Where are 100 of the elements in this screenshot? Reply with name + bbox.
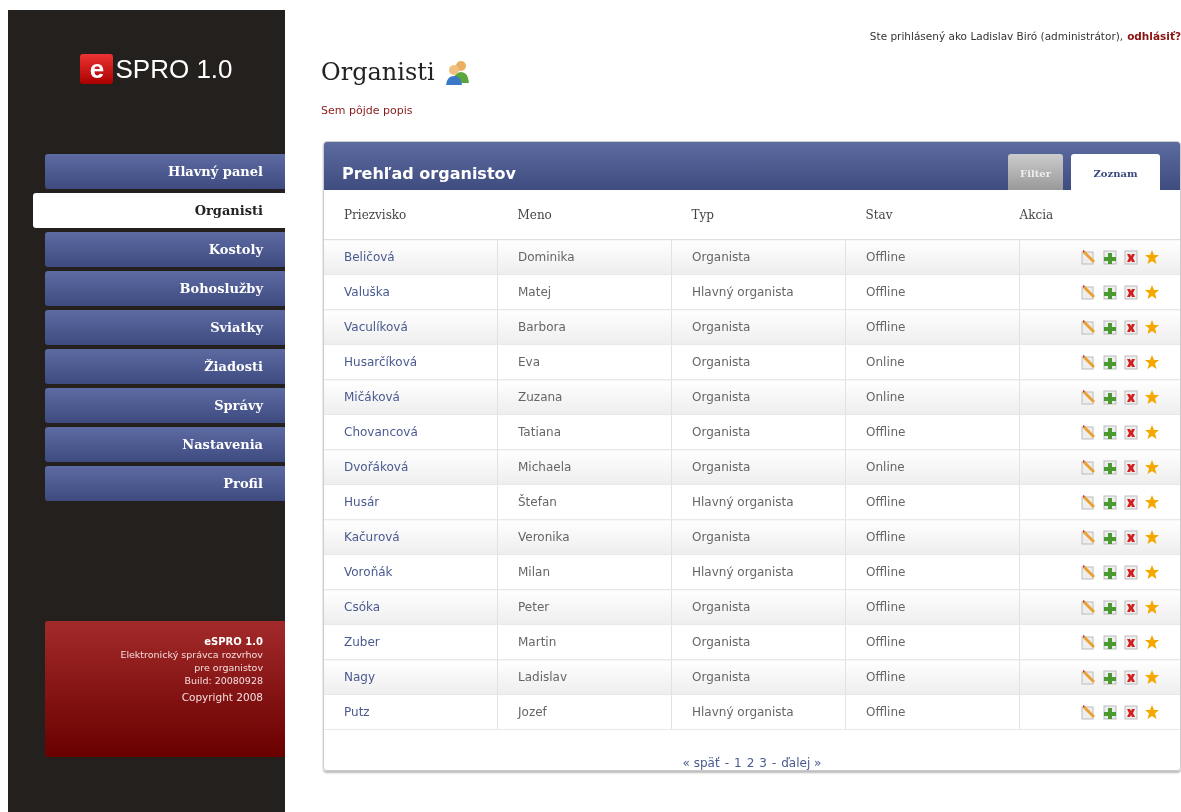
- pagination-link[interactable]: 2: [746, 756, 755, 770]
- surname-link[interactable]: Nagy: [344, 670, 376, 684]
- edit-icon[interactable]: [1081, 459, 1097, 475]
- surname-link[interactable]: Husarčíková: [344, 355, 418, 369]
- star-icon[interactable]: [1144, 459, 1160, 475]
- delete-icon[interactable]: [1123, 669, 1139, 685]
- edit-icon[interactable]: [1081, 599, 1097, 615]
- table-cell: Matej: [518, 285, 552, 299]
- logout-link[interactable]: odhlásiť?: [1127, 30, 1181, 42]
- menu-item[interactable]: Správy: [45, 388, 285, 423]
- edit-icon[interactable]: [1081, 249, 1097, 265]
- surname-link[interactable]: Csóka: [344, 600, 381, 614]
- surname-link[interactable]: Dvořáková: [344, 460, 409, 474]
- pagination-link[interactable]: 3: [759, 756, 767, 770]
- delete-icon[interactable]: [1123, 284, 1139, 300]
- add-icon[interactable]: [1102, 459, 1118, 475]
- surname-link[interactable]: Kačurová: [344, 530, 400, 544]
- add-icon[interactable]: [1102, 494, 1118, 510]
- menu-item[interactable]: Nastavenia: [45, 427, 285, 462]
- menu-item[interactable]: Profil: [45, 466, 285, 501]
- add-icon[interactable]: [1102, 249, 1118, 265]
- table-cell: Dominika: [518, 250, 575, 264]
- add-icon[interactable]: [1102, 354, 1118, 370]
- table-cell: Organista: [692, 425, 751, 439]
- delete-icon[interactable]: [1123, 249, 1139, 265]
- star-icon[interactable]: [1144, 389, 1160, 405]
- surname-link[interactable]: Putz: [344, 705, 370, 719]
- delete-icon[interactable]: [1123, 704, 1139, 720]
- info-text: pre organistov: [194, 661, 263, 674]
- tab[interactable]: Zoznam: [1071, 154, 1160, 190]
- edit-icon[interactable]: [1081, 354, 1097, 370]
- delete-icon[interactable]: [1123, 354, 1139, 370]
- delete-icon[interactable]: [1123, 634, 1139, 650]
- surname-link[interactable]: Valuška: [344, 285, 390, 299]
- add-icon[interactable]: [1102, 319, 1118, 335]
- table-cell: Hlavný organista: [692, 285, 794, 299]
- table-cell: Peter: [518, 600, 550, 614]
- delete-icon[interactable]: [1123, 529, 1139, 545]
- menu-item[interactable]: Organisti: [33, 193, 285, 228]
- star-icon[interactable]: [1144, 564, 1160, 580]
- menu-item[interactable]: Kostoly: [45, 232, 285, 267]
- surname-link[interactable]: Voroňák: [344, 565, 393, 579]
- surname-link[interactable]: Husár: [344, 495, 380, 509]
- edit-icon[interactable]: [1081, 319, 1097, 335]
- table-cell: Štefan: [518, 495, 557, 509]
- delete-icon[interactable]: [1123, 389, 1139, 405]
- add-icon[interactable]: [1102, 634, 1118, 650]
- surname-link[interactable]: Beličová: [344, 250, 395, 264]
- add-icon[interactable]: [1102, 704, 1118, 720]
- edit-icon[interactable]: [1081, 704, 1097, 720]
- table-cell: Organista: [692, 530, 751, 544]
- star-icon[interactable]: [1144, 354, 1160, 370]
- add-icon[interactable]: [1102, 389, 1118, 405]
- star-icon[interactable]: [1144, 494, 1160, 510]
- add-icon[interactable]: [1102, 529, 1118, 545]
- table-cell: Milan: [518, 565, 550, 579]
- edit-icon[interactable]: [1081, 669, 1097, 685]
- surname-link[interactable]: Zuber: [344, 635, 380, 649]
- edit-icon[interactable]: [1081, 494, 1097, 510]
- logo-mark: e: [80, 54, 114, 84]
- add-icon[interactable]: [1102, 599, 1118, 615]
- add-icon[interactable]: [1102, 424, 1118, 440]
- table-cell: Offline: [866, 565, 906, 579]
- pagination-link[interactable]: « späť: [682, 756, 720, 770]
- delete-icon[interactable]: [1123, 494, 1139, 510]
- star-icon[interactable]: [1144, 284, 1160, 300]
- star-icon[interactable]: [1144, 319, 1160, 335]
- add-icon[interactable]: [1102, 564, 1118, 580]
- star-icon[interactable]: [1144, 529, 1160, 545]
- delete-icon[interactable]: [1123, 424, 1139, 440]
- menu-item[interactable]: Sviatky: [45, 310, 285, 345]
- add-icon[interactable]: [1102, 669, 1118, 685]
- table-cell: Organista: [692, 250, 751, 264]
- edit-icon[interactable]: [1081, 284, 1097, 300]
- edit-icon[interactable]: [1081, 529, 1097, 545]
- table-cell: Offline: [866, 425, 906, 439]
- menu-item[interactable]: Hlavný panel: [45, 154, 285, 189]
- star-icon[interactable]: [1144, 634, 1160, 650]
- add-icon[interactable]: [1102, 284, 1118, 300]
- surname-link[interactable]: Vaculíková: [344, 320, 408, 334]
- delete-icon[interactable]: [1123, 459, 1139, 475]
- pagination-link[interactable]: 1: [734, 756, 742, 770]
- menu-item[interactable]: Bohoslužby: [45, 271, 285, 306]
- star-icon[interactable]: [1144, 704, 1160, 720]
- pagination-link[interactable]: ďalej »: [781, 756, 822, 770]
- delete-icon[interactable]: [1123, 319, 1139, 335]
- edit-icon[interactable]: [1081, 564, 1097, 580]
- star-icon[interactable]: [1144, 599, 1160, 615]
- surname-link[interactable]: Mičáková: [344, 390, 400, 404]
- surname-link[interactable]: Chovancová: [344, 425, 418, 439]
- star-icon[interactable]: [1144, 249, 1160, 265]
- star-icon[interactable]: [1144, 424, 1160, 440]
- edit-icon[interactable]: [1081, 424, 1097, 440]
- column-header: Typ: [691, 207, 714, 222]
- delete-icon[interactable]: [1123, 564, 1139, 580]
- menu-item[interactable]: Žiadosti: [45, 349, 285, 384]
- edit-icon[interactable]: [1081, 634, 1097, 650]
- delete-icon[interactable]: [1123, 599, 1139, 615]
- edit-icon[interactable]: [1081, 389, 1097, 405]
- star-icon[interactable]: [1144, 669, 1160, 685]
